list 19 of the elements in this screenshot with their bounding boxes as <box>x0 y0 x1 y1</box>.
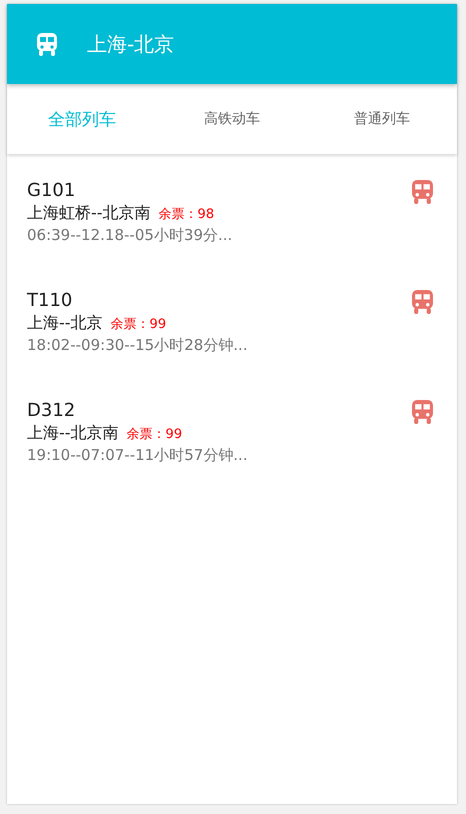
route-text: 上海虹桥--北京南 <box>27 203 151 224</box>
time-text: 06:39--12.18--05小时39分... <box>27 226 234 245</box>
train-number: G101 <box>27 180 76 201</box>
tickets-remaining: 余票：99 <box>110 316 166 333</box>
train-number: D312 <box>27 400 76 421</box>
train-icon <box>412 180 433 204</box>
tab[interactable]: 高铁动车 <box>157 84 307 154</box>
train-number: T110 <box>27 290 74 311</box>
tickets-remaining: 余票：98 <box>158 206 214 223</box>
route-text: 上海--北京南 <box>27 423 119 444</box>
route-text: 上海--北京 <box>27 313 103 334</box>
time-text: 19:10--07:07--11小时57分钟... <box>27 446 249 465</box>
train-icon <box>412 400 433 424</box>
tickets-remaining: 余票：99 <box>126 426 182 443</box>
train-icon <box>412 290 433 314</box>
tab[interactable]: 普通列车 <box>307 84 457 154</box>
train-icon <box>37 32 57 56</box>
header-title: 上海-北京 <box>87 30 174 58</box>
time-text: 18:02--09:30--15小时28分钟... <box>27 336 249 355</box>
